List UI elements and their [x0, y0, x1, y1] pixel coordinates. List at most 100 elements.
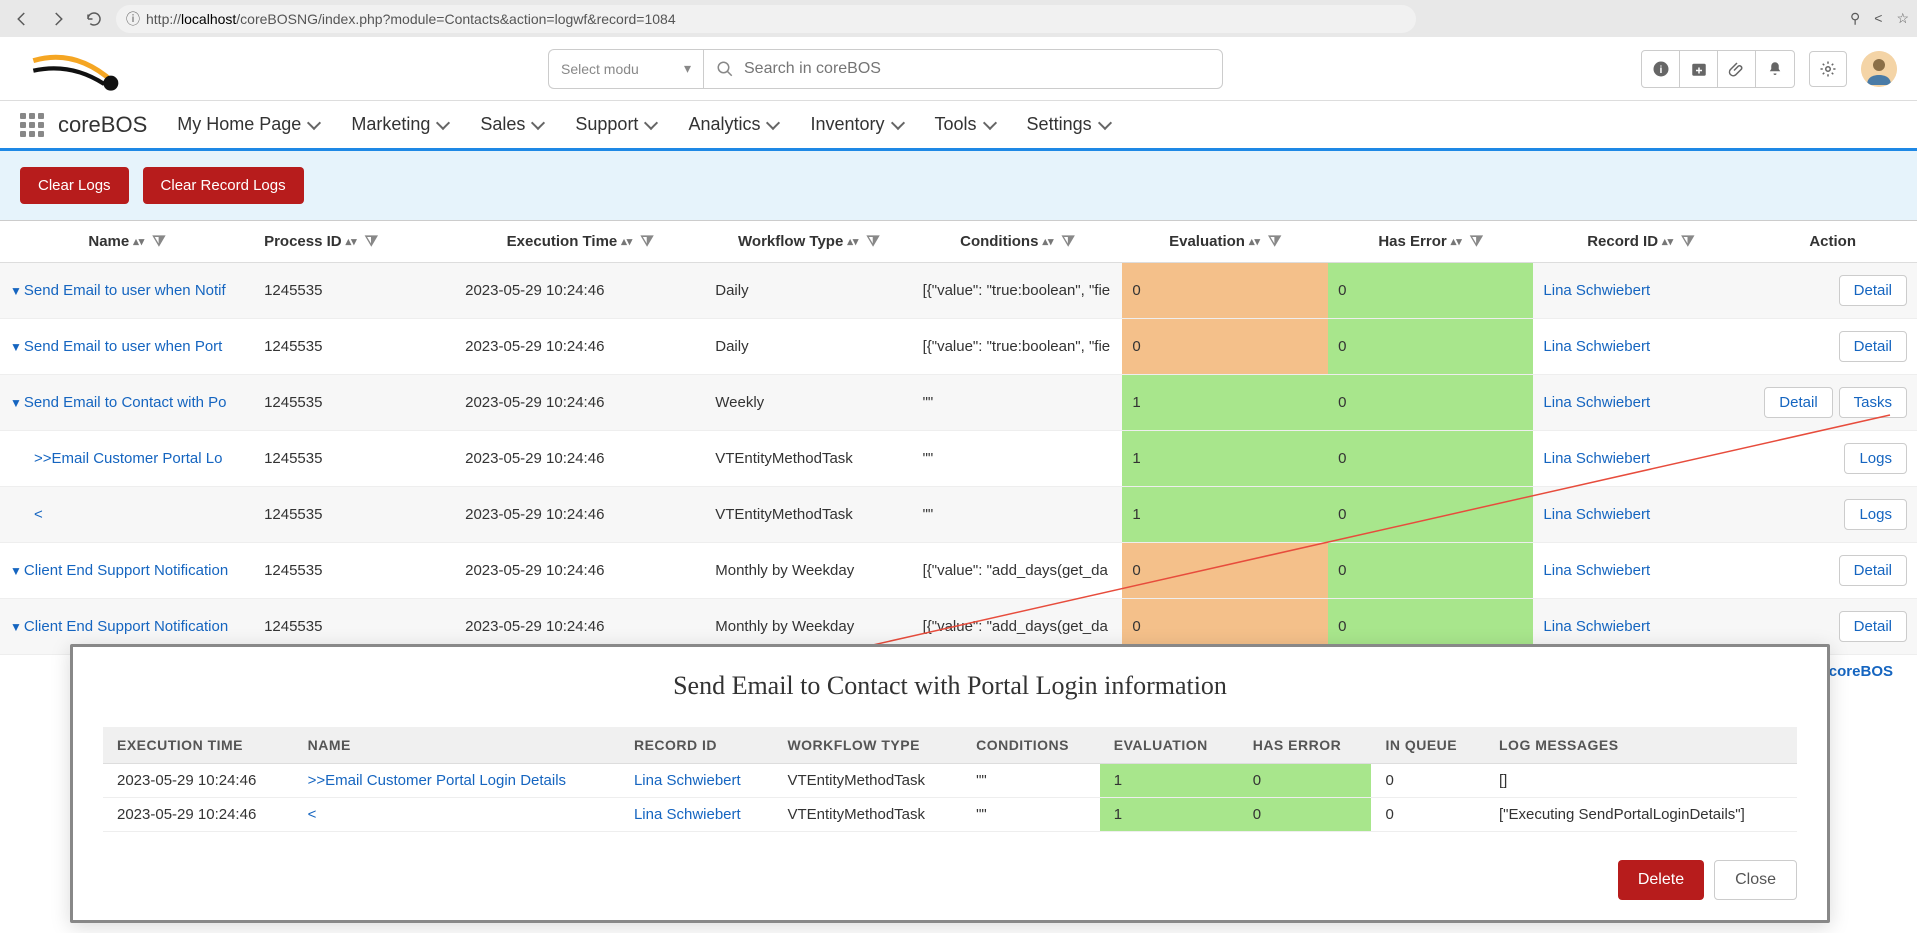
bookmark-icon[interactable]: ☆ — [1896, 10, 1909, 27]
mcol-log-messages: LOG MESSAGES — [1485, 727, 1797, 764]
modal-record-link[interactable]: Lina Schwiebert — [634, 772, 741, 789]
col-wf-type[interactable]: Workflow Type▴▾⧩ — [705, 221, 912, 263]
record-link[interactable]: Lina Schwiebert — [1543, 338, 1650, 355]
sort-icon[interactable]: ▴▾ — [621, 240, 632, 245]
row-name-link[interactable]: Client End Support Notification — [24, 618, 228, 635]
col-has-error[interactable]: Has Error▴▾⧩ — [1328, 221, 1533, 263]
col-record-id[interactable]: Record ID▴▾⧩ — [1533, 221, 1748, 263]
clear-logs-button[interactable]: Clear Logs — [20, 167, 129, 204]
logs-button[interactable]: Logs — [1844, 499, 1907, 530]
sort-icon[interactable]: ▴▾ — [133, 240, 144, 245]
detail-button[interactable]: Detail — [1839, 331, 1907, 362]
nav-item-my-home-page[interactable]: My Home Page — [177, 110, 319, 139]
record-link[interactable]: Lina Schwiebert — [1543, 282, 1650, 299]
info-icon[interactable]: i — [1642, 51, 1680, 87]
chevron-down-icon — [436, 115, 450, 129]
col-conditions[interactable]: Conditions▴▾⧩ — [913, 221, 1123, 263]
detail-button[interactable]: Detail — [1839, 275, 1907, 306]
bell-icon[interactable] — [1756, 51, 1794, 87]
apps-icon[interactable] — [20, 113, 44, 137]
nav-item-analytics[interactable]: Analytics — [688, 110, 778, 139]
sort-icon[interactable]: ▴▾ — [847, 240, 858, 245]
sort-icon[interactable]: ▴▾ — [1451, 240, 1462, 245]
col-process-id[interactable]: Process ID▴▾⧩ — [254, 221, 455, 263]
modal-close-button[interactable]: Close — [1714, 860, 1797, 900]
col-exec-time[interactable]: Execution Time▴▾⧩ — [455, 221, 705, 263]
modal-name-link[interactable]: >>Email Customer Portal Login Details — [308, 772, 566, 789]
record-link[interactable]: Lina Schwiebert — [1543, 394, 1650, 411]
app-logo[interactable] — [20, 44, 130, 94]
chevron-down-icon — [982, 115, 996, 129]
row-name-link[interactable]: Send Email to user when Port — [24, 338, 222, 355]
modal-row: 2023-05-29 10:24:46<Lina SchwiebertVTEnt… — [103, 798, 1797, 832]
record-link[interactable]: Lina Schwiebert — [1543, 618, 1650, 635]
nav-item-tools[interactable]: Tools — [935, 110, 995, 139]
filter-icon[interactable]: ⧩ — [152, 233, 165, 250]
zoom-icon[interactable]: ⚲ — [1850, 10, 1860, 27]
row-name-link[interactable]: < — [34, 506, 43, 523]
detail-button[interactable]: Detail — [1839, 555, 1907, 586]
user-avatar[interactable] — [1861, 51, 1897, 87]
nav-item-sales[interactable]: Sales — [480, 110, 543, 139]
browser-chrome: ⓘ http://localhost/coreBOSNG/index.php?m… — [0, 0, 1917, 37]
expand-icon[interactable]: ▼ — [10, 620, 22, 634]
col-evaluation[interactable]: Evaluation▴▾⧩ — [1122, 221, 1328, 263]
table-row: ▼Send Email to user when Port12455352023… — [0, 319, 1917, 375]
filter-icon[interactable]: ⧩ — [365, 233, 378, 250]
chevron-down-icon: ▾ — [684, 60, 691, 77]
expand-icon[interactable]: ▼ — [10, 284, 22, 298]
clear-record-logs-button[interactable]: Clear Record Logs — [143, 167, 304, 204]
tasks-button[interactable]: Tasks — [1839, 387, 1907, 418]
record-link[interactable]: Lina Schwiebert — [1543, 450, 1650, 467]
calendar-add-icon[interactable] — [1680, 51, 1718, 87]
attachment-icon[interactable] — [1718, 51, 1756, 87]
expand-icon[interactable]: ▼ — [10, 396, 22, 410]
reload-button[interactable] — [80, 5, 108, 33]
sort-icon[interactable]: ▴▾ — [1042, 240, 1053, 245]
settings-icon[interactable] — [1809, 51, 1847, 87]
sort-icon[interactable]: ▴▾ — [1662, 240, 1673, 245]
expand-icon[interactable]: ▼ — [10, 340, 22, 354]
mcol-in-queue: IN QUEUE — [1371, 727, 1485, 764]
global-search[interactable] — [703, 49, 1223, 89]
chevron-down-icon — [766, 115, 780, 129]
expand-icon[interactable]: ▼ — [10, 564, 22, 578]
nav-item-settings[interactable]: Settings — [1027, 110, 1110, 139]
search-input[interactable] — [744, 60, 1210, 78]
nav-item-support[interactable]: Support — [575, 110, 656, 139]
filter-icon[interactable]: ⧩ — [1268, 233, 1281, 250]
sort-icon[interactable]: ▴▾ — [1249, 240, 1260, 245]
action-strip: Clear Logs Clear Record Logs — [0, 151, 1917, 221]
modal-delete-button[interactable]: Delete — [1618, 860, 1704, 900]
modal-name-link[interactable]: < — [308, 806, 317, 823]
filter-icon[interactable]: ⧩ — [640, 233, 653, 250]
forward-button[interactable] — [44, 5, 72, 33]
nav-item-marketing[interactable]: Marketing — [351, 110, 448, 139]
row-name-link[interactable]: >>Email Customer Portal Lo — [34, 450, 222, 467]
row-name-link[interactable]: Client End Support Notification — [24, 562, 228, 579]
modal-record-link[interactable]: Lina Schwiebert — [634, 806, 741, 823]
back-button[interactable] — [8, 5, 36, 33]
footer-link[interactable]: coreBOS — [1829, 663, 1893, 680]
nav-brand[interactable]: coreBOS — [20, 112, 147, 138]
sort-icon[interactable]: ▴▾ — [346, 240, 357, 245]
module-select[interactable]: Select modu ▾ — [548, 49, 703, 89]
nav-item-inventory[interactable]: Inventory — [810, 110, 902, 139]
brand-label: coreBOS — [58, 112, 147, 138]
filter-icon[interactable]: ⧩ — [866, 233, 879, 250]
detail-button[interactable]: Detail — [1839, 611, 1907, 642]
share-icon[interactable]: < — [1874, 10, 1882, 27]
address-bar[interactable]: ⓘ http://localhost/coreBOSNG/index.php?m… — [116, 5, 1416, 33]
record-link[interactable]: Lina Schwiebert — [1543, 506, 1650, 523]
mcol-has-error: HAS ERROR — [1239, 727, 1372, 764]
row-name-link[interactable]: Send Email to Contact with Po — [24, 394, 227, 411]
col-name[interactable]: Name▴▾⧩ — [0, 221, 254, 263]
detail-button[interactable]: Detail — [1764, 387, 1832, 418]
row-name-link[interactable]: Send Email to user when Notif — [24, 282, 226, 299]
filter-icon[interactable]: ⧩ — [1470, 233, 1483, 250]
logs-button[interactable]: Logs — [1844, 443, 1907, 474]
site-info-icon[interactable]: ⓘ — [126, 9, 140, 29]
record-link[interactable]: Lina Schwiebert — [1543, 562, 1650, 579]
filter-icon[interactable]: ⧩ — [1061, 233, 1074, 250]
filter-icon[interactable]: ⧩ — [1681, 233, 1694, 250]
